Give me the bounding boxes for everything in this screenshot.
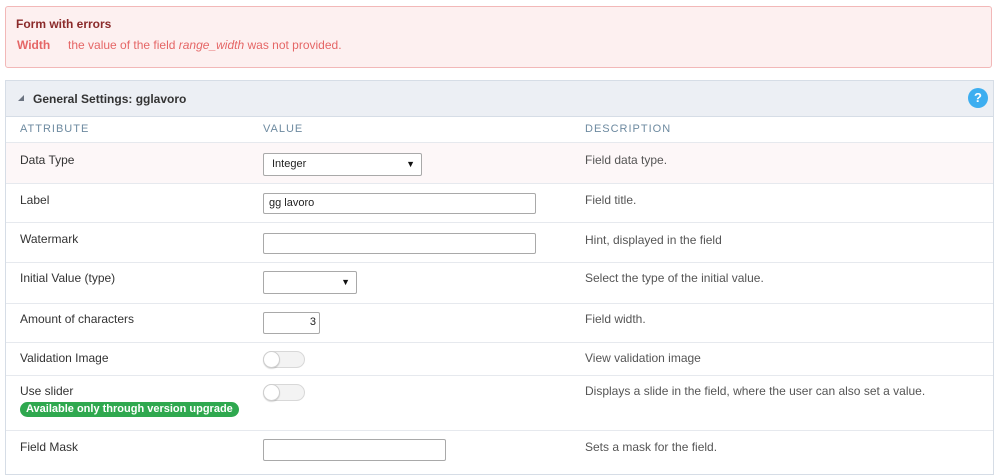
desc-text: Select the type of the initial value. [585, 271, 764, 285]
row-use-slider: Use slider Available only through versio… [6, 375, 993, 431]
attr-label: Watermark [20, 232, 79, 246]
data-type-selected-value: Integer [272, 158, 307, 170]
dropdown-arrow-icon: ▼ [406, 159, 415, 169]
row-data-type: Data Type Integer ▼ Field data type. [6, 142, 993, 184]
desc-text: Field width. [585, 312, 646, 326]
column-header-attribute: ATTRIBUTE [20, 123, 90, 135]
attr-label: Label [20, 193, 50, 207]
row-field-mask: Field Mask Sets a mask for the field. [6, 430, 993, 476]
row-label: Label gg lavoro Field title. [6, 183, 993, 223]
error-title: Form with errors [16, 17, 112, 31]
attr-label: Use slider [20, 384, 74, 398]
field-mask-input[interactable] [263, 439, 446, 461]
attr-label: Data Type [20, 153, 75, 167]
row-validation-image: Validation Image View validation image [6, 342, 993, 376]
data-type-select[interactable]: Integer ▼ [263, 153, 422, 176]
row-amount-characters: Amount of characters 3 Field width. [6, 303, 993, 343]
error-message-prefix: the value of the field [68, 38, 179, 52]
error-message-suffix: was not provided. [244, 38, 342, 52]
attr-label: Validation Image [20, 351, 109, 365]
error-message-field: range_width [178, 38, 245, 52]
general-settings-panel: General Settings: gglavoro ? ATTRIBUTE V… [5, 80, 994, 475]
initial-value-select[interactable]: ▼ [263, 271, 357, 294]
attr-label: Field Mask [20, 440, 79, 454]
panel-header[interactable]: General Settings: gglavoro ? [6, 81, 993, 117]
dropdown-arrow-icon: ▼ [341, 277, 350, 287]
upgrade-badge: Available only through version upgrade [20, 402, 239, 417]
column-header-value: VALUE [263, 123, 304, 135]
desc-text: View validation image [585, 351, 701, 365]
attr-label: Initial Value (type) [20, 271, 116, 285]
use-slider-toggle[interactable] [263, 384, 305, 401]
amount-characters-input[interactable]: 3 [263, 312, 320, 334]
column-header-description: DESCRIPTION [585, 123, 672, 135]
error-message: the value of the field range_width was n… [68, 38, 342, 52]
attr-label: Amount of characters [20, 312, 135, 326]
label-input[interactable]: gg lavoro [263, 193, 536, 214]
row-initial-value: Initial Value (type) ▼ Select the type o… [6, 262, 993, 304]
error-box: Form with errors Width the value of the … [5, 6, 992, 68]
toggle-knob [263, 384, 280, 401]
desc-text: Field data type. [585, 153, 668, 167]
collapse-icon[interactable] [18, 95, 24, 101]
desc-text: Hint, displayed in the field [585, 233, 722, 247]
watermark-input[interactable] [263, 233, 536, 254]
validation-image-toggle[interactable] [263, 351, 305, 368]
toggle-knob [263, 351, 280, 368]
desc-text: Field title. [585, 193, 637, 207]
panel-title: General Settings: gglavoro [33, 92, 187, 106]
row-watermark: Watermark Hint, displayed in the field [6, 222, 993, 263]
desc-text: Sets a mask for the field. [585, 440, 718, 454]
error-field-name: Width [17, 38, 51, 52]
desc-text: Displays a slide in the field, where the… [585, 384, 926, 398]
help-icon[interactable]: ? [968, 88, 988, 108]
